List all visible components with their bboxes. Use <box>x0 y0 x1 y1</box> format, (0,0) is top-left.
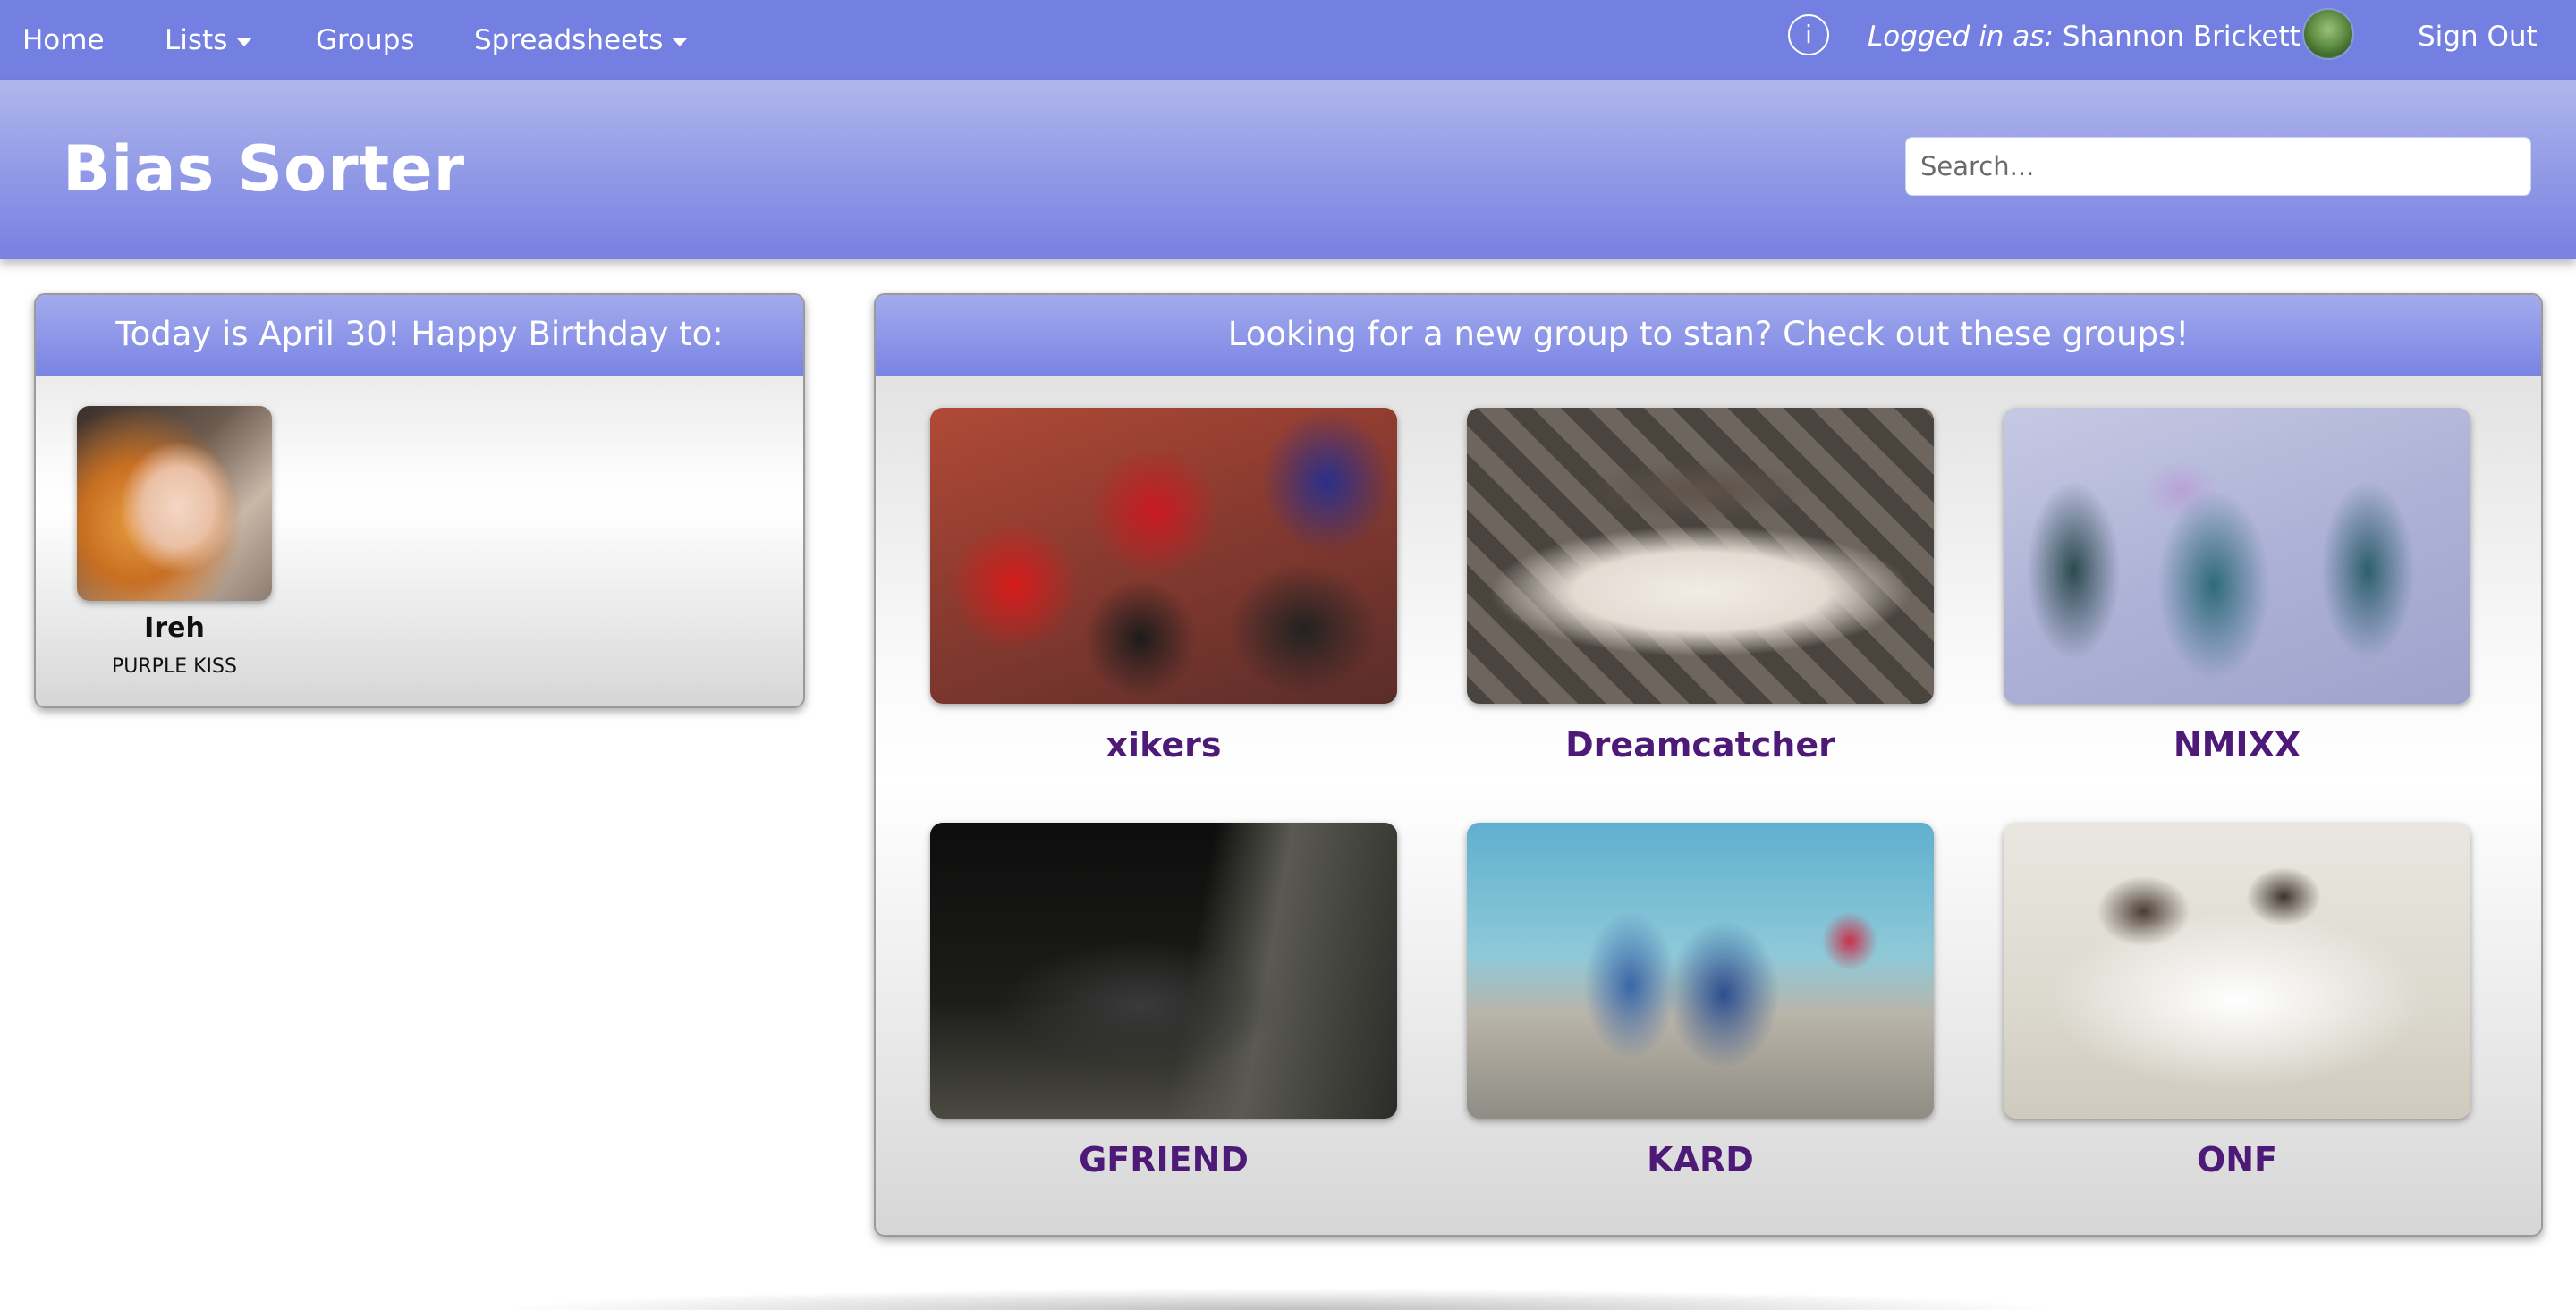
group-name[interactable]: NMIXX <box>2004 725 2470 765</box>
birthday-panel: Today is April 30! Happy Birthday to: Ir… <box>34 293 805 708</box>
nav-lists-dropdown[interactable]: Lists <box>165 0 253 80</box>
nav-groups[interactable]: Groups <box>316 0 415 80</box>
group-photo[interactable] <box>2004 408 2470 704</box>
birthday-person-group[interactable]: PURPLE KISS <box>77 655 272 678</box>
logged-in-prefix: Logged in as: <box>1868 21 2054 53</box>
group-card[interactable]: xikers <box>930 408 1397 765</box>
logged-in-status: Logged in as: Shannon Brickett <box>1868 0 2301 73</box>
group-name[interactable]: GFRIEND <box>930 1140 1397 1179</box>
group-photo[interactable] <box>1467 823 1934 1119</box>
search-input[interactable] <box>1905 137 2531 196</box>
group-photo[interactable] <box>930 823 1397 1119</box>
group-card[interactable]: GFRIEND <box>930 823 1397 1179</box>
footer-shadow <box>501 1274 2057 1310</box>
nav-home[interactable]: Home <box>22 0 105 80</box>
user-avatar[interactable] <box>2302 8 2354 60</box>
birthday-person-photo[interactable] <box>77 406 272 601</box>
chevron-down-icon <box>672 37 689 46</box>
group-name[interactable]: ONF <box>2004 1140 2470 1179</box>
birthday-panel-title: Today is April 30! Happy Birthday to: <box>36 295 803 376</box>
info-icon[interactable]: i <box>1788 14 1829 55</box>
group-name[interactable]: Dreamcatcher <box>1467 725 1934 765</box>
group-photo[interactable] <box>1467 408 1934 704</box>
site-header: Bias Sorter <box>0 80 2576 259</box>
group-card[interactable]: KARD <box>1467 823 1934 1179</box>
group-card[interactable]: NMIXX <box>2004 408 2470 765</box>
birthday-person-name[interactable]: Ireh <box>77 613 272 644</box>
group-photo[interactable] <box>930 408 1397 704</box>
nav-lists-label: Lists <box>165 24 228 56</box>
group-name[interactable]: KARD <box>1467 1140 1934 1179</box>
recommended-groups-panel: Looking for a new group to stan? Check o… <box>874 293 2543 1237</box>
groups-panel-title: Looking for a new group to stan? Check o… <box>876 295 2541 376</box>
nav-spreadsheets-dropdown[interactable]: Spreadsheets <box>474 0 689 80</box>
site-title[interactable]: Bias Sorter <box>63 132 465 206</box>
group-card[interactable]: Dreamcatcher <box>1467 408 1934 765</box>
group-card[interactable]: ONF <box>2004 823 2470 1179</box>
chevron-down-icon <box>236 37 253 46</box>
nav-spreadsheets-label: Spreadsheets <box>474 24 664 56</box>
top-navbar: Home Lists Groups Spreadsheets i Logged … <box>0 0 2576 80</box>
group-name[interactable]: xikers <box>930 725 1397 765</box>
sign-out-link[interactable]: Sign Out <box>2418 0 2538 73</box>
group-photo[interactable] <box>2004 823 2470 1119</box>
user-name[interactable]: Shannon Brickett <box>2063 21 2301 53</box>
